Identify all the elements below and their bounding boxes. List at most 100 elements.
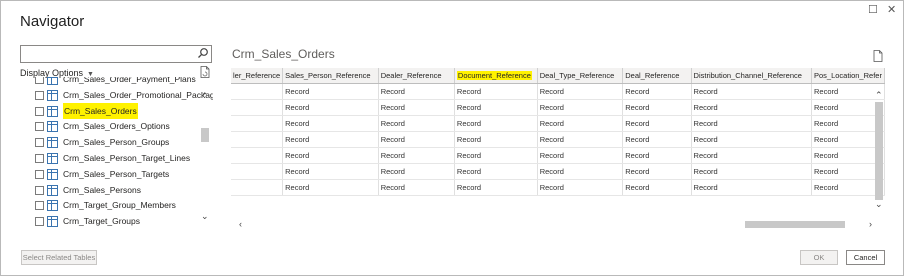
tree-item-label: Crm_Target_Groups (63, 216, 141, 227)
export-document-icon[interactable] (873, 50, 883, 62)
tree-item-label: Crm_Sales_Person_Target_Lines (63, 153, 191, 163)
search-input[interactable] (20, 45, 212, 63)
checkbox[interactable] (35, 217, 44, 227)
preview-table: ler_Reference Sales_Person_Reference Deale… (231, 68, 885, 196)
table-icon (47, 168, 58, 180)
column-header-label: Distribution_Channel_Reference (693, 71, 802, 80)
table-row: Record Record Record Record Record Record Reco… (231, 99, 885, 116)
table-row: Record Record Record Record Record Record Reco… (231, 147, 885, 164)
grid-scroll-left-icon[interactable]: ‹ (239, 219, 242, 229)
scroll-up-icon[interactable]: ⌃ (201, 91, 209, 101)
column-header-label: Pos_Location_Refer (813, 71, 882, 80)
column-header-label: ler_Reference (233, 71, 281, 80)
preview-grid: ler_Reference Sales_Person_Reference Deale… (231, 68, 885, 218)
restore-icon[interactable]: ☐ (868, 4, 878, 16)
grid-scroll-up-icon[interactable]: ⌃ (875, 90, 883, 100)
table-cell: Record (454, 163, 538, 180)
table-row: Record Record Record Record Record Record Reco… (231, 131, 885, 148)
checkbox[interactable] (35, 122, 44, 132)
table-icon (47, 153, 58, 164)
column-header-label: Sales_Person_Reference (285, 71, 371, 80)
table-tree: Crm_Sales_Order_Payment_Plans Crm_Sales_O… (20, 77, 213, 231)
navigator-dialog: Navigator ☐ ✕ Display Options ▼ Crm_Sales… (0, 0, 904, 276)
checkbox[interactable] (35, 77, 44, 84)
column-header[interactable]: Distribution_Channel_Reference (691, 68, 812, 84)
table-cell (231, 147, 284, 164)
table-cell: Record (282, 99, 379, 116)
checkbox[interactable] (35, 154, 44, 163)
grid-vertical-thumb[interactable] (875, 102, 883, 200)
table-row: Record Record Record Record Record Record Reco… (231, 83, 885, 100)
tree-item-label: Crm_Sales_Person_Groups (63, 137, 170, 148)
table-row: Record Record Record Record Record Record Reco… (231, 115, 885, 132)
dialog-title: Navigator (20, 13, 85, 30)
table-cell: Record (282, 83, 379, 100)
checkbox[interactable] (35, 138, 44, 148)
column-header[interactable]: Deal_Reference (622, 68, 692, 84)
column-header[interactable]: Sales_Person_Reference (282, 68, 379, 84)
table-row: Record Record Record Record Record Record Reco… (231, 163, 885, 180)
column-header[interactable]: Dealer_Reference (378, 68, 455, 84)
table-cell: Record (378, 115, 455, 132)
table-cell: Record (622, 115, 692, 132)
table-cell (231, 99, 284, 116)
table-cell: Record (378, 179, 455, 196)
checkbox[interactable] (35, 185, 44, 195)
table-cell: Record (622, 99, 692, 116)
table-cell: Record (378, 163, 455, 180)
table-icon (47, 77, 58, 85)
table-icon (47, 105, 58, 117)
grid-vertical-scrollbar[interactable]: ⌃ ⌄ (873, 90, 885, 212)
column-header-label: Dealer_Reference (380, 71, 442, 80)
tree-item-label: Crm_Sales_Orders_Options (63, 121, 170, 132)
table-cell: Record (691, 179, 812, 196)
table-cell: Record (537, 131, 624, 148)
tree-scroll-thumb[interactable] (201, 128, 209, 142)
checkbox[interactable] (35, 90, 44, 100)
table-cell (231, 179, 284, 196)
table-cell: Record (537, 115, 624, 132)
column-header[interactable]: ler_Reference (231, 68, 284, 84)
table-cell: Record (282, 179, 379, 196)
table-cell (231, 83, 284, 100)
table-cell: Record (691, 147, 812, 164)
table-cell: Record (691, 115, 812, 132)
table-cell (231, 131, 284, 148)
column-header[interactable]: Deal_Type_Reference (537, 68, 624, 84)
grid-horizontal-thumb[interactable] (745, 221, 845, 228)
close-icon[interactable]: ✕ (887, 4, 896, 16)
table-cell: Record (378, 83, 455, 100)
table-icon (47, 89, 58, 101)
scroll-down-icon[interactable]: ⌄ (201, 211, 209, 221)
table-cell: Record (454, 99, 538, 116)
column-header-label: Document_Reference (456, 71, 532, 80)
checkbox[interactable] (35, 201, 44, 211)
select-related-tables-button[interactable]: Select Related Tables (21, 250, 97, 265)
table-icon (47, 121, 58, 133)
tree-item-label: Crm_Sales_Order_Payment_Plans (63, 77, 196, 84)
tree-item-label: Crm_Target_Group_Members (63, 200, 176, 211)
table-cell: Record (454, 131, 538, 148)
table-cell: Record (537, 147, 624, 164)
grid-horizontal-scrollbar[interactable]: ‹ › (233, 219, 885, 231)
table-cell: Record (622, 163, 692, 180)
tree-scrollbar[interactable]: ⌃ ⌄ (200, 90, 210, 224)
table-cell: Record (454, 147, 538, 164)
column-header[interactable]: Pos_Location_Refer (811, 68, 885, 84)
cancel-button[interactable]: Cancel (846, 250, 885, 265)
table-cell: Record (622, 147, 692, 164)
grid-scroll-right-icon[interactable]: › (869, 219, 872, 229)
tree-item-label: Crm_Sales_Orders (63, 102, 138, 119)
table-cell: Record (622, 131, 692, 148)
table-cell: Record (691, 163, 812, 180)
search-icon[interactable] (197, 47, 209, 59)
table-cell: Record (282, 147, 379, 164)
column-header[interactable]: Document_Reference (454, 68, 538, 84)
table-cell: Record (691, 83, 812, 100)
ok-button[interactable]: OK (800, 250, 838, 265)
grid-scroll-down-icon[interactable]: ⌄ (875, 199, 883, 209)
checkbox[interactable] (35, 106, 44, 116)
tree-item-label: Crm_Sales_Person_Targets (63, 168, 170, 179)
checkbox[interactable] (35, 169, 44, 179)
table-cell: Record (378, 147, 455, 164)
